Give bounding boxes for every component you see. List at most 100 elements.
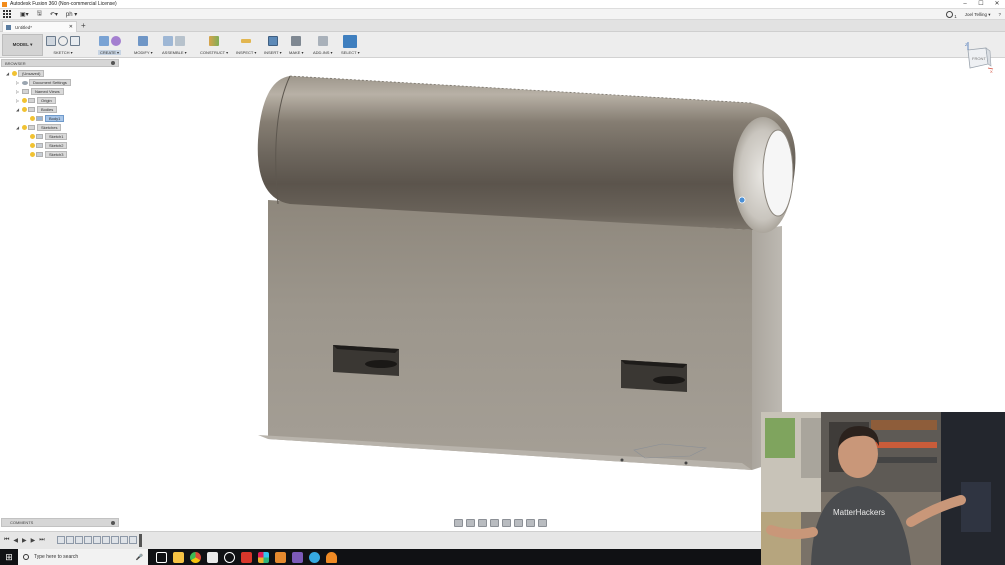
joint-icon[interactable] [175,36,186,46]
zoom-icon[interactable] [490,519,499,527]
sketch-point[interactable] [620,458,624,462]
obs-icon[interactable] [224,551,235,563]
inspect-group[interactable]: INSPECT ▾ [236,34,256,56]
create-sketch-icon[interactable] [46,36,56,46]
new-tab-button[interactable]: + [81,21,86,30]
offset-plane-icon[interactable] [209,36,220,46]
start-button[interactable]: ⊞ [0,549,18,565]
timeline-step[interactable] [66,536,74,544]
workspace-switcher[interactable]: MODEL ▾ [2,34,43,56]
close-window-button[interactable]: ✕ [989,0,1005,9]
document-tab[interactable]: Untitled* ✕ [2,21,77,32]
help-icon[interactable]: ? [998,12,1001,17]
file-icon[interactable]: ▣▾ [20,11,29,18]
browser-panel-header[interactable]: BROWSER [1,59,119,67]
visibility-bulb-icon[interactable] [30,152,35,157]
visibility-bulb-icon[interactable] [30,143,35,148]
taskbar-search[interactable]: Type here to search 🎤 [18,549,148,565]
tree-item-sketch3[interactable]: Sketch3 [30,151,68,158]
addins-group[interactable]: ADD-INS ▾ [313,34,333,56]
tree-root[interactable]: ◢ (Unsaved) [6,70,45,77]
3d-print-icon[interactable] [291,36,302,46]
insert-group[interactable]: INSERT ▾ [264,34,282,56]
tree-item-origin[interactable]: ▷ Origin [16,97,56,104]
new-component-icon[interactable] [163,36,174,46]
timeline-step[interactable] [93,536,101,544]
visibility-bulb-icon[interactable] [22,107,27,112]
arc-icon[interactable] [58,36,68,46]
slack-icon[interactable] [258,551,269,563]
block-front-face[interactable] [268,200,752,470]
tree-item-sketch1[interactable]: Sketch1 [30,133,68,140]
timeline-step[interactable] [111,536,119,544]
chrome-icon[interactable] [190,551,201,563]
app-orange-icon[interactable] [275,551,286,563]
go-to-end-icon[interactable]: ⏭ [39,537,44,544]
app-flame-icon[interactable] [326,551,337,563]
orbit-icon[interactable] [454,519,463,527]
tree-item-sketch2[interactable]: Sketch2 [30,142,68,149]
timeline-step[interactable] [84,536,92,544]
create-group[interactable]: CREATE ▾ [98,34,122,56]
inspect-menu[interactable]: INSPECT ▾ [236,50,256,55]
scripts-icon[interactable] [317,36,328,46]
pin-icon[interactable] [111,61,115,65]
visibility-bulb-icon[interactable] [22,125,27,130]
timeline-marker[interactable] [139,534,142,547]
selection-point-icon[interactable] [738,196,746,204]
maximize-button[interactable]: ☐ [973,0,989,9]
sketch-group[interactable]: SKETCH ▾ [46,34,80,56]
sphere-icon[interactable] [110,36,121,46]
task-view-icon[interactable] [156,551,167,563]
comments-panel[interactable]: COMMENTS [1,518,119,527]
viewcube[interactable]: FRONT Z X [962,42,994,74]
modify-group[interactable]: MODIFY ▾ [134,34,153,56]
play-icon[interactable]: ▶ [22,537,27,544]
add-comment-icon[interactable] [111,521,115,525]
visibility-bulb-icon[interactable] [22,98,27,103]
app-cyan-icon[interactable] [309,551,320,563]
insert-menu[interactable]: INSERT ▾ [264,50,282,55]
undo-icon[interactable]: ↶▾ [50,11,58,18]
tree-item-sketches[interactable]: ◢ Sketches [16,124,62,131]
extrude-icon[interactable] [98,36,109,46]
press-pull-icon[interactable] [138,36,149,46]
viewports-icon[interactable] [538,519,547,527]
visibility-bulb-icon[interactable] [30,134,35,139]
timeline-step[interactable] [75,536,83,544]
construct-group[interactable]: CONSTRUCT ▾ [200,34,228,56]
timeline-step[interactable] [102,536,110,544]
right-slot[interactable] [621,360,687,392]
job-status[interactable]: 1 [946,10,957,19]
visibility-bulb-icon[interactable] [12,71,17,76]
grid-settings-icon[interactable] [526,519,535,527]
assemble-group[interactable]: ASSEMBLE ▾ [162,34,187,56]
select-cursor-icon[interactable] [343,34,358,48]
go-to-start-icon[interactable]: ⏮ [4,537,9,544]
create-menu[interactable]: CREATE ▾ [98,50,122,55]
tree-item-bodies[interactable]: ◢ Bodies [16,106,58,113]
tree-item-body1[interactable]: Body1 [30,115,65,122]
file-explorer-icon[interactable] [173,551,184,563]
redo-button[interactable]: ph ▾ [66,11,77,18]
construct-menu[interactable]: CONSTRUCT ▾ [200,50,228,55]
assemble-menu[interactable]: ASSEMBLE ▾ [162,50,187,55]
sketch-point[interactable] [684,461,688,465]
addins-menu[interactable]: ADD-INS ▾ [313,50,333,55]
sketch-menu[interactable]: SKETCH ▾ [53,50,72,55]
insert-image-icon[interactable] [267,36,278,46]
make-menu[interactable]: MAKE ▾ [289,50,303,55]
modify-menu[interactable]: MODIFY ▾ [134,50,153,55]
timeline-step[interactable] [129,536,137,544]
left-slot[interactable] [333,345,399,376]
app-red-icon[interactable] [241,551,252,563]
save-icon[interactable]: 🖫 [37,9,42,19]
premiere-icon[interactable] [292,551,303,563]
app-grid-icon[interactable] [3,9,12,19]
select-group[interactable]: SELECT ▾ [341,34,360,56]
user-menu[interactable]: Joel Telling ▾ [965,12,991,18]
make-group[interactable]: MAKE ▾ [289,34,303,56]
close-tab-icon[interactable]: ✕ [69,24,73,30]
step-forward-icon[interactable]: ▶ [31,537,36,544]
tree-item-document-settings[interactable]: ▷ Document Settings [16,79,71,86]
